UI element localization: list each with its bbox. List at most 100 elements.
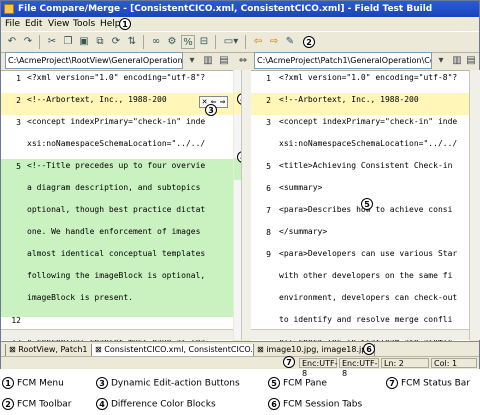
fcm-toolbar: ↶ ↷ ✂ ❐ ▣ ⧉ ⟳ ⇅ ∞ ⚙ % ⊟ ▭▾ ⇦ ⇨ ✎ 2 xyxy=(1,31,479,53)
line-number: 5 xyxy=(266,162,271,171)
cut-icon[interactable]: ✂ xyxy=(45,35,59,49)
code-line[interactable]: <para>Developers can use various Star xyxy=(279,243,457,265)
line-number: 6 xyxy=(266,184,271,193)
toolbar-separator xyxy=(39,35,40,49)
fcm-status-bar: 7 Enc:UTF-8 Enc:UTF-8 Ln: 2 Col: 1 xyxy=(1,356,479,378)
code-line[interactable]: xsi:noNamespaceSchemaLocation="../../ xyxy=(279,133,457,155)
code-line[interactable]: with other developers on the same fi xyxy=(279,265,452,287)
code-line[interactable]: <concept indexPrimary="check-in" inde xyxy=(279,111,457,133)
recompare-icon[interactable]: ⇅ xyxy=(125,35,139,49)
menu-bar: File Edit View Tools Help 1 xyxy=(1,17,479,31)
copy-icon[interactable]: ❐ xyxy=(61,35,75,49)
code-line[interactable]: <?xml version="1.0" encoding="utf-8"? xyxy=(27,71,205,89)
code-line[interactable]: optional, though best practice dictat xyxy=(27,199,205,221)
callout-1: 1 xyxy=(119,18,131,30)
left-path-dropdown-icon[interactable]: ▾ xyxy=(184,52,200,69)
line-number: 2 xyxy=(266,96,271,105)
line-number: 1 xyxy=(266,74,271,83)
status-line: Ln: 2 xyxy=(381,358,429,368)
copy-right-icon[interactable]: ⇨ xyxy=(267,35,281,49)
menu-file[interactable]: File xyxy=(5,17,20,31)
window-title: File Compare/Merge - [ConsistentCICO.xml… xyxy=(18,4,433,14)
view-mode-icon[interactable]: ▭▾ xyxy=(221,35,241,49)
tab-label: RootView, Patch1 xyxy=(18,345,88,354)
code-line[interactable]: almost identical conceptual templates xyxy=(27,243,205,265)
line-number: 8 xyxy=(266,228,271,237)
swap-panes-icon[interactable]: ⇔ xyxy=(235,52,251,69)
redo-icon[interactable]: ↷ xyxy=(21,35,35,49)
left-folder-icon[interactable]: ▤ xyxy=(216,52,232,69)
callout-2: 2 xyxy=(303,36,315,48)
legend-item: 6 FCM Session Tabs xyxy=(268,398,362,411)
code-line[interactable]: <title>Achieving Consistent Check-in xyxy=(279,155,452,177)
code-line[interactable]: </summary> xyxy=(279,221,327,243)
merge-icon[interactable]: ✎ xyxy=(283,35,297,49)
code-line[interactable]: <summary> xyxy=(279,177,322,199)
line-number: 9 xyxy=(266,250,271,259)
ignore-case-icon[interactable]: ⊟ xyxy=(197,35,211,49)
line-number: 5 xyxy=(16,162,21,171)
code-line[interactable]: <?xml version="1.0" encoding="utf-8"? xyxy=(279,71,457,89)
code-line[interactable]: to identify and resolve merge confli xyxy=(279,309,452,331)
title-bar: File Compare/Merge - [ConsistentCICO.xml… xyxy=(1,1,479,17)
callout-3: 3 xyxy=(205,104,217,116)
tab-close-icon[interactable]: ⊠ xyxy=(257,345,264,354)
line-number: 3 xyxy=(16,118,21,127)
tab-close-icon[interactable]: ⊠ xyxy=(95,345,102,354)
toolbar-separator xyxy=(245,35,246,49)
code-line[interactable]: a diagram description, and subtopics xyxy=(27,177,200,199)
left-path-field[interactable]: C:\AcmeProject\RootView\GeneralOperation… xyxy=(5,52,183,69)
code-line[interactable]: imageBlock is present. xyxy=(27,287,133,309)
legend-item: 5 FCM Pane xyxy=(268,377,327,390)
line-number: 7 xyxy=(266,206,271,215)
copy-pane-icon[interactable]: ⧉ xyxy=(93,35,107,49)
menu-tools[interactable]: Tools xyxy=(73,17,95,31)
right-folder-icon[interactable]: ▤ xyxy=(463,52,479,69)
tab-label: ConsistentCICO.xml, ConsistentCICO.xml xyxy=(104,345,268,354)
status-column: Col: 1 xyxy=(431,358,477,368)
left-fcm-pane[interactable]: 1 <?xml version="1.0" encoding="utf-8"? 2 <… xyxy=(1,70,233,341)
code-line[interactable]: <!--Title precedes up to four overvie xyxy=(27,155,205,177)
left-horizontal-scrollbar[interactable] xyxy=(1,329,233,340)
code-line[interactable]: <!--Arbortext, Inc., 1988-200 xyxy=(27,89,167,111)
code-line[interactable]: following the imageBlock is optional, xyxy=(27,265,205,287)
code-line[interactable]: xsi:noNamespaceSchemaLocation="../../ xyxy=(27,133,205,155)
menu-view[interactable]: View xyxy=(48,17,69,31)
tab-label: image10.jpg, image18.jpg xyxy=(266,345,372,354)
line-number: 3 xyxy=(266,118,271,127)
left-view-icon[interactable]: ▥ xyxy=(200,52,216,69)
legend-item: 1 FCM Menu xyxy=(2,377,64,390)
right-vertical-scrollbar[interactable] xyxy=(469,70,480,340)
tab-close-icon[interactable]: ⊠ xyxy=(9,345,16,354)
ignore-whitespace-icon[interactable]: % xyxy=(181,35,195,49)
callout-5: 5 xyxy=(361,198,373,210)
undo-icon[interactable]: ↶ xyxy=(5,35,19,49)
menu-help[interactable]: Help xyxy=(100,17,121,31)
code-line[interactable]: environment, developers can check-out xyxy=(279,287,457,309)
fcm-window: File Compare/Merge - [ConsistentCICO.xml… xyxy=(0,0,480,378)
callout-7: 7 xyxy=(283,356,295,368)
fcm-session-tabs: ⊠ RootView, Patch1 ⊠ ConsistentCICO.xml,… xyxy=(1,341,479,357)
code-line[interactable]: <concept indexPrimary="check-in" inde xyxy=(27,111,205,133)
find-icon[interactable]: ∞ xyxy=(149,35,163,49)
menu-edit[interactable]: Edit xyxy=(25,17,42,31)
toolbar-separator xyxy=(215,35,216,49)
app-icon xyxy=(4,4,14,14)
right-horizontal-scrollbar[interactable] xyxy=(251,329,469,340)
copy-left-icon[interactable]: ⇦ xyxy=(251,35,265,49)
refresh-icon[interactable]: ⟳ xyxy=(109,35,123,49)
line-number: 12 xyxy=(11,316,21,325)
legend-item: 7 FCM Status Bar xyxy=(386,377,470,390)
right-path-dropdown-icon[interactable]: ▾ xyxy=(433,52,449,69)
code-line[interactable]: <!--Arbortext, Inc., 1988-200 xyxy=(279,89,419,111)
line-number: 2 xyxy=(16,96,21,105)
options-icon[interactable]: ⚙ xyxy=(165,35,179,49)
callout-6: 6 xyxy=(363,343,375,355)
toolbar-separator xyxy=(143,35,144,49)
right-path-field[interactable]: C:\AcmeProject\Patch1\GeneralOperation\C… xyxy=(254,52,432,69)
right-fcm-pane[interactable]: 1 <?xml version="1.0" encoding="utf-8"? 2 <… xyxy=(251,70,469,341)
paste-icon[interactable]: ▣ xyxy=(77,35,91,49)
status-right-encoding: Enc:UTF-8 xyxy=(339,358,379,378)
code-line[interactable]: one. We handle enforcement of images xyxy=(27,221,200,243)
legend-item: 2 FCM Toolbar xyxy=(2,398,72,411)
